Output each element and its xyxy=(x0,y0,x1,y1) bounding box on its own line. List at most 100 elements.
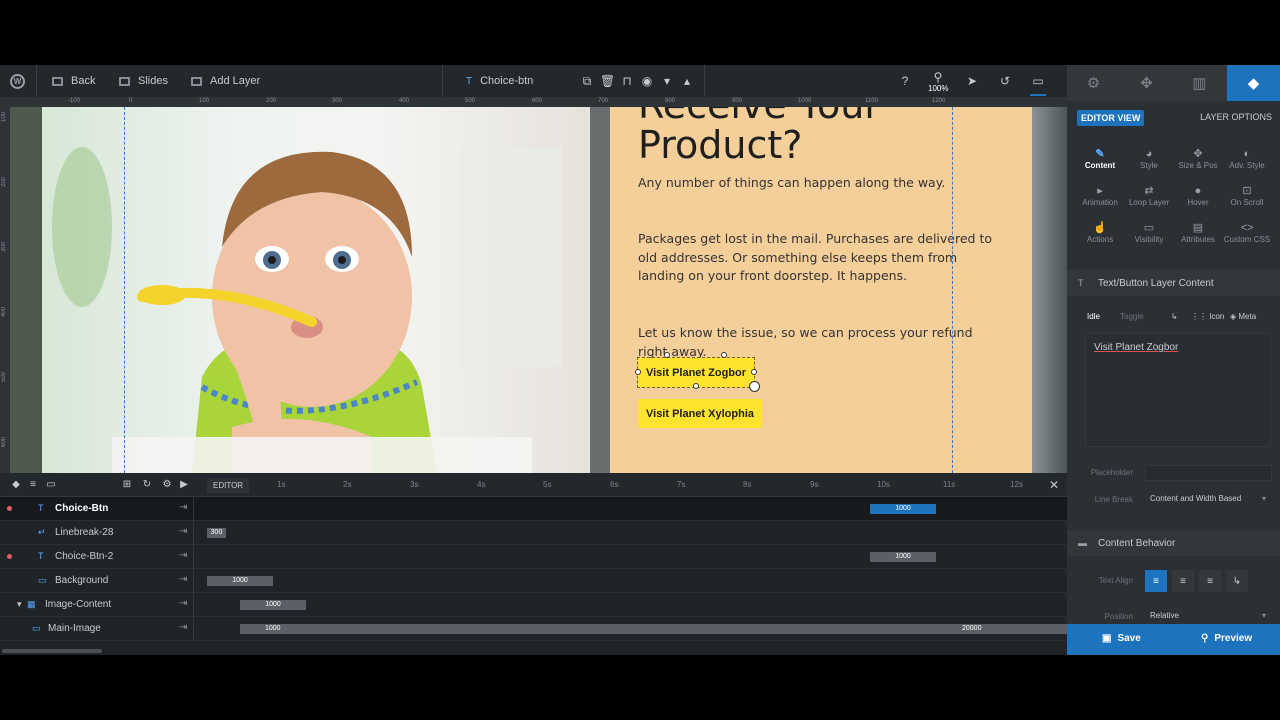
timeline-second-label: 8s xyxy=(743,480,752,489)
palette-icon: ◕ xyxy=(1145,148,1153,160)
file-icon: ▤ xyxy=(1192,222,1204,234)
tool-content[interactable]: ✎ Content xyxy=(1075,147,1125,181)
slide-canvas[interactable]: Receive Your Product? Any number of thin… xyxy=(10,107,1067,473)
move-down-icon[interactable]: ▾ xyxy=(660,74,674,88)
meta-button[interactable]: ◈ Meta xyxy=(1230,312,1256,321)
paragraph-2[interactable]: Packages get lost in the mail. Purchases… xyxy=(638,230,998,286)
timeline-row-linebreak[interactable]: ↵ Linebreak-28 ⇥ 300 xyxy=(0,521,1067,545)
tool-visibility[interactable]: ▭ Visibility xyxy=(1124,221,1174,255)
tool-custom-css[interactable]: <> Custom CSS xyxy=(1222,221,1272,255)
arrow-in-icon[interactable]: ⇥ xyxy=(179,502,187,513)
tab-layers[interactable]: ◆ xyxy=(1227,65,1280,101)
arrow-in-icon[interactable]: ⇥ xyxy=(179,598,187,609)
back-button[interactable]: Back xyxy=(52,65,95,97)
lock-icon[interactable]: ⊓ xyxy=(620,74,634,88)
slide-divider xyxy=(590,107,610,473)
slides-button[interactable]: Slides xyxy=(119,65,168,97)
timeline-row-choice-btn[interactable]: T Choice-Btn ⇥ 1000 xyxy=(0,497,1067,521)
tool-hover[interactable]: ● Hover xyxy=(1173,184,1223,218)
align-right-icon[interactable]: ≡ xyxy=(1199,570,1221,592)
timeline-row-background[interactable]: ▭ Background ⇥ 1000 xyxy=(0,569,1067,593)
tool-animation[interactable]: ▸ Animation xyxy=(1075,184,1125,218)
choice-button-xylophia[interactable]: Visit Planet Xylophia xyxy=(638,399,762,428)
timeline-bar[interactable]: 1000 xyxy=(870,504,936,514)
tool-attributes[interactable]: ▤ Attributes xyxy=(1173,221,1223,255)
duplicate-icon[interactable]: ⧉ xyxy=(580,74,594,88)
move-up-icon[interactable]: ▴ xyxy=(680,74,694,88)
tool-label: On Scroll xyxy=(1230,198,1264,207)
resize-handle[interactable] xyxy=(721,352,727,358)
tool-loop-layer[interactable]: ⇄ Loop Layer xyxy=(1124,184,1174,218)
timeline-bar[interactable]: 1000 20000 xyxy=(240,624,1067,634)
slide-heading[interactable]: Receive Your Product? xyxy=(638,107,880,165)
resize-handle[interactable] xyxy=(693,383,699,389)
tab-slides[interactable]: ▥ xyxy=(1173,65,1226,101)
timeline-row-main-image[interactable]: ▭ Main-Image ⇥ 1000 20000 xyxy=(0,617,1067,641)
arrow-in-icon[interactable]: ⇥ xyxy=(179,526,187,537)
settings-icon[interactable]: ⚙ xyxy=(160,478,174,492)
resize-handle[interactable] xyxy=(635,369,641,375)
mouse-icon: ● xyxy=(1194,185,1202,197)
divider xyxy=(442,65,443,97)
tab-settings[interactable]: ⚙ xyxy=(1067,65,1120,101)
arrow-in-icon[interactable]: ⇥ xyxy=(179,550,187,561)
chevron-down-icon[interactable]: ▾ xyxy=(17,599,22,610)
eye-icon[interactable]: ◉ xyxy=(640,74,654,88)
tool-on-scroll[interactable]: ⊡ On Scroll xyxy=(1222,184,1272,218)
resize-handle[interactable] xyxy=(751,369,757,375)
folder-icon[interactable]: ▭ xyxy=(44,478,58,492)
ruler-tick-label: 800 xyxy=(665,98,676,104)
preview-button[interactable]: ⚲ Preview xyxy=(1201,633,1252,644)
align-left-icon[interactable]: ≡ xyxy=(1145,570,1167,592)
paragraph-1[interactable]: Any number of things can happen along th… xyxy=(638,174,998,193)
cursor-icon[interactable]: ➤ xyxy=(965,74,979,88)
content-textarea[interactable]: Visit Planet Zogbor xyxy=(1085,333,1271,447)
list-icon[interactable]: ≡ xyxy=(26,478,40,492)
align-inherit-icon[interactable]: ↳ xyxy=(1226,570,1248,592)
section-content-behavior[interactable]: ▬ Content Behavior xyxy=(1067,530,1280,556)
layers-icon[interactable]: ◆ xyxy=(9,478,23,492)
timeline-bar[interactable]: 1000 xyxy=(870,552,936,562)
timeline-bar[interactable]: 1000 xyxy=(207,576,273,586)
delete-icon[interactable]: 🗑 xyxy=(600,74,615,88)
timeline-row-choice-btn-2[interactable]: T Choice-Btn-2 ⇥ 1000 xyxy=(0,545,1067,569)
timeline-bar[interactable]: 1000 xyxy=(240,600,306,610)
arrow-in-icon[interactable]: ⇥ xyxy=(179,574,187,585)
toggle-tab[interactable]: Toggle xyxy=(1120,312,1144,321)
arrow-in-icon[interactable]: ⇥ xyxy=(179,622,187,633)
help-icon[interactable]: ? xyxy=(898,74,912,88)
timeline-scrollbar[interactable] xyxy=(2,649,102,653)
zoom-icon[interactable]: ⚲ xyxy=(931,70,945,84)
tab-navigation[interactable]: ✥ xyxy=(1120,65,1173,101)
tool-size-pos[interactable]: ✥ Size & Pos xyxy=(1173,147,1223,181)
placeholder-input[interactable] xyxy=(1145,465,1272,481)
section-text-button-content[interactable]: T Text/Button Layer Content xyxy=(1067,270,1280,296)
position-select[interactable]: Relative ▾ xyxy=(1145,608,1272,624)
icon-button[interactable]: ⋮⋮ Icon xyxy=(1191,312,1224,321)
editor-view-badge[interactable]: EDITOR VIEW xyxy=(1077,110,1145,126)
tool-style[interactable]: ◕ Style xyxy=(1124,147,1174,181)
desktop-view-icon[interactable]: ▭ xyxy=(1031,74,1045,88)
timeline-second-label: 4s xyxy=(477,480,486,489)
align-center-icon[interactable]: ≡ xyxy=(1172,570,1194,592)
idle-tab[interactable]: Idle xyxy=(1087,312,1100,321)
save-button[interactable]: ▣ Save xyxy=(1102,633,1141,644)
timeline-row-image-content[interactable]: ▾ ▦ Image-Content ⇥ 1000 xyxy=(0,593,1067,617)
wordpress-logo[interactable]: W xyxy=(10,65,25,97)
timeline-bar[interactable]: 300 xyxy=(207,528,226,538)
resize-handle[interactable] xyxy=(664,352,670,358)
tool-adv-style[interactable]: ◐ Adv. Style xyxy=(1222,147,1272,181)
paragraph-3[interactable]: Let us know the issue, so we can process… xyxy=(638,324,998,361)
undo-icon[interactable]: ↺ xyxy=(998,74,1012,88)
add-layer-button[interactable]: Add Layer xyxy=(191,65,260,97)
loop-icon[interactable]: ↻ xyxy=(140,478,154,492)
grid-icon[interactable]: ⊞ xyxy=(120,478,134,492)
return-icon[interactable]: ↳ xyxy=(1171,312,1178,321)
play-icon[interactable]: ▶ xyxy=(177,478,191,492)
close-icon[interactable]: ✕ xyxy=(1047,478,1061,492)
selected-layer-dropdown[interactable]: T Choice-btn xyxy=(466,65,533,97)
rotate-handle-icon[interactable] xyxy=(749,381,760,392)
content-panel[interactable]: Receive Your Product? Any number of thin… xyxy=(610,107,1032,473)
line-break-select[interactable]: Content and Width Based ▾ xyxy=(1145,491,1272,507)
tool-actions[interactable]: ☝ Actions xyxy=(1075,221,1125,255)
